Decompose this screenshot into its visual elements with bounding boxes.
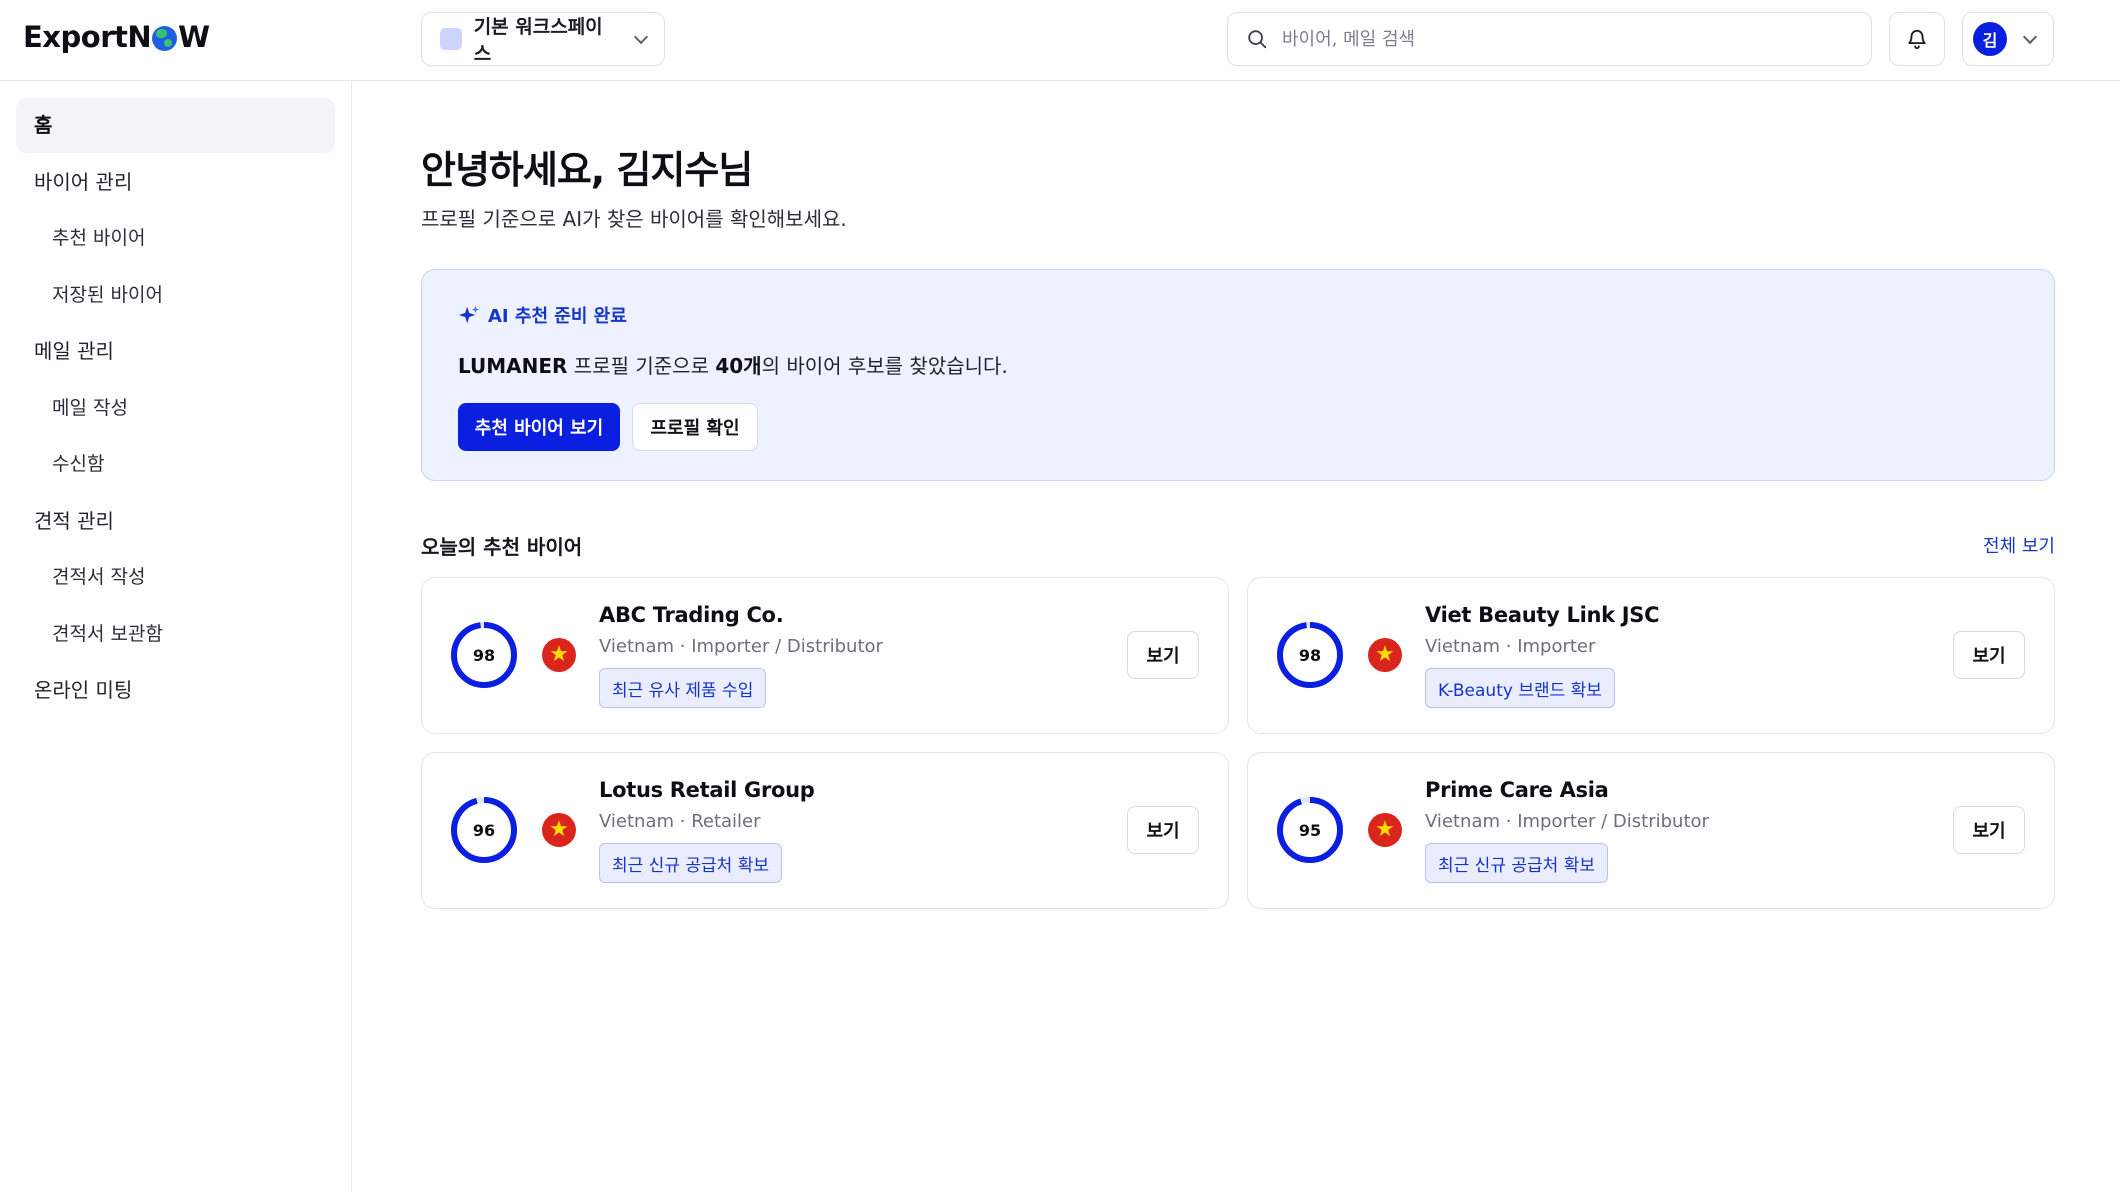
section-title: 오늘의 추천 바이어: [421, 535, 583, 559]
buyer-card[interactable]: 96 ★ Lotus Retail Group Vietnam · Retail…: [421, 752, 1229, 909]
match-score: 98: [473, 646, 495, 665]
view-buyer-button[interactable]: 보기: [1953, 806, 2025, 854]
view-buyer-button[interactable]: 보기: [1127, 631, 1199, 679]
workspace-label: 기본 워크스페이스: [473, 16, 603, 65]
match-score: 96: [473, 821, 495, 840]
check-profile-button[interactable]: 프로필 확인: [632, 403, 758, 451]
search-input[interactable]: [1282, 28, 1842, 50]
search-icon: [1248, 30, 1267, 49]
buyer-name: Viet Beauty Link JSC: [1425, 603, 1660, 627]
match-score: 95: [1299, 821, 1321, 840]
sidebar-item-buyer-management[interactable]: 바이어 관리: [16, 155, 335, 210]
logo[interactable]: Export N W: [23, 20, 210, 54]
sidebar-item-online-meeting[interactable]: 온라인 미팅: [16, 663, 335, 718]
logo-text-end: W: [178, 20, 210, 54]
chevron-down-icon: [634, 29, 649, 44]
sidebar-item-create-quote[interactable]: 견적서 작성: [16, 550, 335, 605]
sidebar: 홈 바이어 관리 추천 바이어 저장된 바이어 메일 관리 메일 작성 수신함 …: [0, 81, 352, 1193]
match-score: 98: [1299, 646, 1321, 665]
page-subtitle: 프로필 기준으로 AI가 찾은 바이어를 확인해보세요.: [421, 207, 847, 231]
buyer-meta: Vietnam · Retailer: [599, 811, 761, 832]
view-all-link[interactable]: 전체 보기: [1983, 532, 2055, 558]
workspace-icon: [440, 28, 462, 50]
search-box[interactable]: [1227, 12, 1872, 66]
vietnam-flag-icon: ★: [542, 813, 576, 847]
view-buyer-button[interactable]: 보기: [1127, 806, 1199, 854]
vietnam-flag-icon: ★: [542, 638, 576, 672]
company-name: LUMANER: [458, 354, 568, 378]
banner-text-end: 의 바이어 후보를 찾았습니다.: [761, 354, 1008, 378]
buyer-card[interactable]: 98 ★ ABC Trading Co. Vietnam · Importer …: [421, 577, 1229, 734]
vietnam-flag-icon: ★: [1368, 813, 1402, 847]
candidate-count: 40개: [715, 354, 762, 378]
avatar: 김: [1973, 22, 2007, 56]
match-score-ring: 98: [1277, 622, 1343, 688]
buyer-card[interactable]: 98 ★ Viet Beauty Link JSC Vietnam · Impo…: [1247, 577, 2055, 734]
buyer-meta: Vietnam · Importer: [1425, 636, 1596, 657]
top-bar: ExportNW 기본 워크스페이스 김: [0, 0, 2120, 81]
buyer-name: ABC Trading Co.: [599, 603, 784, 627]
buyer-name: Prime Care Asia: [1425, 778, 1609, 802]
buyer-card[interactable]: 95 ★ Prime Care Asia Vietnam · Importer …: [1247, 752, 2055, 909]
notifications-button[interactable]: [1889, 12, 1945, 66]
buyer-tag: K-Beauty 브랜드 확보: [1425, 668, 1615, 708]
sidebar-item-compose-mail[interactable]: 메일 작성: [16, 381, 335, 436]
sparkle-icon: [458, 305, 480, 324]
banner-title: AI 추천 준비 완료: [488, 306, 627, 327]
logo-text-start: Export: [23, 20, 128, 54]
banner-message: LUMANER 프로필 기준으로 40개의 바이어 후보를 찾았습니다.: [458, 350, 1008, 379]
buyer-tag: 최근 신규 공급처 확보: [599, 843, 782, 883]
sidebar-item-home[interactable]: 홈: [16, 98, 335, 153]
page-title: 안녕하세요, 김지수님: [421, 148, 753, 192]
buyer-tag: 최근 유사 제품 수입: [599, 668, 767, 708]
chevron-down-icon: [2022, 29, 2038, 44]
logo-text-n: N: [127, 20, 152, 54]
workspace-selector[interactable]: 기본 워크스페이스: [421, 12, 665, 66]
vietnam-flag-icon: ★: [1368, 638, 1402, 672]
buyer-name: Lotus Retail Group: [599, 778, 815, 802]
match-score-ring: 95: [1277, 797, 1343, 863]
view-buyer-button[interactable]: 보기: [1953, 631, 2025, 679]
match-score-ring: 96: [451, 797, 517, 863]
buyer-meta: Vietnam · Importer / Distributor: [1425, 811, 1709, 832]
user-menu-button[interactable]: 김: [1962, 12, 2054, 66]
globe-icon: [152, 25, 178, 51]
banner-text-mid: 프로필 기준으로: [567, 354, 716, 378]
banner-header: AI 추천 준비 완료: [458, 302, 627, 328]
sidebar-item-saved-buyers[interactable]: 저장된 바이어: [16, 268, 335, 323]
view-recommended-buyers-button[interactable]: 추천 바이어 보기: [458, 403, 620, 451]
buyer-tag: 최근 신규 공급처 확보: [1425, 843, 1608, 883]
match-score-ring: 98: [451, 622, 517, 688]
sidebar-item-quote-archive[interactable]: 견적서 보관함: [16, 607, 335, 662]
sidebar-item-mail-management[interactable]: 메일 관리: [16, 324, 335, 379]
sidebar-item-recommended-buyers[interactable]: 추천 바이어: [16, 211, 335, 266]
bell-icon: [1908, 29, 1926, 50]
sidebar-item-inbox[interactable]: 수신함: [16, 437, 335, 492]
sidebar-item-quote-management[interactable]: 견적 관리: [16, 494, 335, 549]
buyer-meta: Vietnam · Importer / Distributor: [599, 636, 883, 657]
ai-recommendation-banner: AI 추천 준비 완료 LUMANER 프로필 기준으로 40개의 바이어 후보…: [421, 269, 2055, 481]
